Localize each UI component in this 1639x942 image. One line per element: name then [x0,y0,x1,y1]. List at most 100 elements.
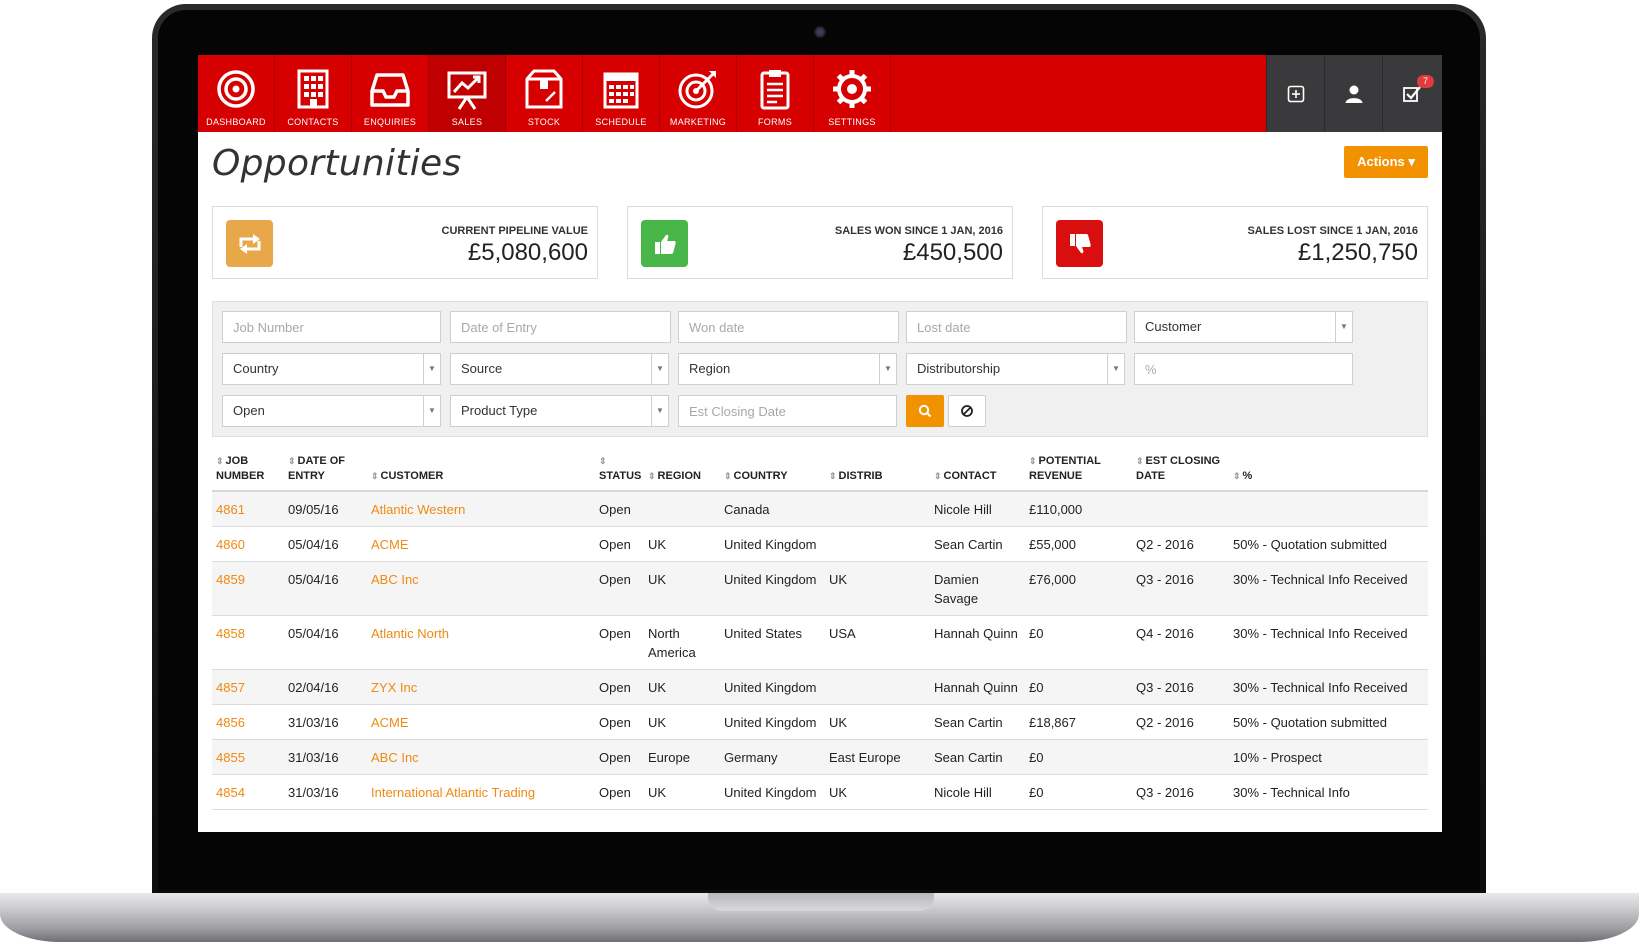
job-number-link[interactable]: 4855 [216,750,245,765]
job-number-link[interactable]: 4860 [216,537,245,552]
distrib-cell: UK [825,774,930,810]
customer-link[interactable]: Atlantic Western [371,502,465,517]
job-number-link[interactable]: 4861 [216,502,245,517]
tasks-button[interactable]: 7 [1382,55,1440,132]
distributorship-select[interactable]: Distributorship ▼ [906,353,1125,385]
region-cell: North America [644,615,720,670]
closing-date-cell: Q2 - 2016 [1132,704,1229,740]
customer-link[interactable]: ZYX Inc [371,680,417,695]
customer-link[interactable]: Atlantic North [371,626,449,641]
search-button[interactable] [906,395,944,427]
table-row[interactable]: 4857 02/04/16 ZYX Inc Open UK United Kin… [212,669,1428,705]
customer-link[interactable]: International Atlantic Trading [371,785,535,800]
col-header-label: DATE OF ENTRY [288,455,346,482]
table-row[interactable]: 4860 05/04/16 ACME Open UK United Kingdo… [212,526,1428,562]
won-date-input[interactable] [678,311,899,343]
lost-date-input[interactable] [906,311,1127,343]
distributorship-select-value: Distributorship [917,361,1001,376]
nav-settings[interactable]: SETTINGS [814,55,891,132]
product-type-select[interactable]: Product Type ▼ [450,395,669,427]
customer-cell: Atlantic North [367,615,595,670]
status-cell: Open [595,704,644,740]
nav-dashboard[interactable]: DASHBOARD [198,55,275,132]
distrib-cell: USA [825,615,930,670]
col-header-potential-revenue[interactable]: ⇕ POTENTIAL REVENUE [1025,454,1132,492]
col-header-region[interactable]: ⇕ REGION [644,454,720,492]
nav-enquiries[interactable]: ENQUIRIES [352,55,429,132]
col-header-contact[interactable]: ⇕ CONTACT [930,454,1025,492]
table-row[interactable]: 4854 31/03/16 International Atlantic Tra… [212,774,1428,810]
percent-cell: 30% - Technical Info Received [1229,561,1428,616]
thumbs-up-icon [641,220,688,267]
table-row[interactable]: 4856 31/03/16 ACME Open UK United Kingdo… [212,704,1428,740]
chevron-down-icon: ▼ [651,396,668,426]
closing-date-cell: Q4 - 2016 [1132,615,1229,670]
nav-schedule[interactable]: SCHEDULE [583,55,660,132]
table-row[interactable]: 4859 05/04/16 ABC Inc Open UK United Kin… [212,561,1428,616]
nav-forms[interactable]: FORMS [737,55,814,132]
table-row[interactable]: 4858 05/04/16 Atlantic North Open North … [212,615,1428,670]
col-header-label: CUSTOMER [380,470,444,482]
laptop-notch [708,893,934,911]
job-number-link[interactable]: 4858 [216,626,245,641]
closing-date-cell: Q2 - 2016 [1132,526,1229,562]
customer-select[interactable]: Customer ▼ [1134,311,1353,343]
nav-stock[interactable]: STOCK [506,55,583,132]
job-number-link[interactable]: 4859 [216,572,245,587]
source-select[interactable]: Source ▼ [450,353,669,385]
nav-label: STOCK [527,117,561,127]
actions-dropdown-button[interactable]: Actions ▾ [1344,146,1428,178]
customer-link[interactable]: ACME [371,537,409,552]
nav-contacts[interactable]: CONTACTS [275,55,352,132]
percent-input[interactable] [1134,353,1353,385]
table-row[interactable]: 4861 09/05/16 Atlantic Western Open Cana… [212,491,1428,527]
col-header-est-closing-date[interactable]: ⇕ EST CLOSING DATE [1132,454,1229,492]
sort-icon: ⇕ [724,471,732,481]
col-header-job-number[interactable]: ⇕ JOB NUMBER [212,454,284,492]
clear-filters-button[interactable] [948,395,986,427]
country-cell: United Kingdom [720,704,825,740]
date-of-entry-input[interactable] [450,311,671,343]
col-header-percent[interactable]: ⇕% [1229,454,1428,492]
col-header-date-of-entry[interactable]: ⇕ DATE OF ENTRY [284,454,367,492]
customer-cell: Atlantic Western [367,491,595,527]
est-closing-date-input[interactable] [678,395,897,427]
customer-link[interactable]: ABC Inc [371,572,419,587]
percent-cell: 30% - Technical Info [1229,774,1428,810]
country-select[interactable]: Country ▼ [222,353,441,385]
status-cell: Open [595,669,644,705]
toolbar-right: 7 [1266,55,1442,132]
col-header-label: DISTRIB [838,470,883,482]
col-header-status[interactable]: ⇕ STATUS [595,454,644,492]
revenue-cell: £110,000 [1025,491,1132,527]
job-number-link[interactable]: 4857 [216,680,245,695]
col-header-label: CONTACT [943,470,997,482]
job-number-input[interactable] [222,311,441,343]
customer-link[interactable]: ACME [371,715,409,730]
user-profile-button[interactable] [1324,55,1382,132]
stat-value: £1,250,750 [1297,239,1418,266]
region-select[interactable]: Region ▼ [678,353,897,385]
percent-cell: 30% - Technical Info Received [1229,669,1428,705]
customer-link[interactable]: ABC Inc [371,750,419,765]
col-header-country[interactable]: ⇕ COUNTRY [720,454,825,492]
add-button[interactable] [1266,55,1324,132]
sort-icon: ⇕ [934,471,942,481]
status-select[interactable]: Open ▼ [222,395,441,427]
ban-icon [961,405,973,417]
table-row[interactable]: 4855 31/03/16 ABC Inc Open Europe German… [212,739,1428,775]
nav-label: FORMS [758,117,792,127]
col-header-customer[interactable]: ⇕ CUSTOMER [367,454,595,492]
col-header-distrib[interactable]: ⇕ DISTRIB [825,454,930,492]
nav-sales[interactable]: SALES [429,55,506,132]
job-number-link[interactable]: 4854 [216,785,245,800]
customer-cell: ZYX Inc [367,669,595,705]
contact-cell: Nicole Hill [930,491,1025,527]
col-header-label: EST CLOSING DATE [1136,455,1221,482]
job-number-link[interactable]: 4856 [216,715,245,730]
plus-square-icon [1287,85,1304,102]
stat-card-pipeline: CURRENT PIPELINE VALUE £5,080,600 [212,206,598,279]
nav-marketing[interactable]: MARKETING [660,55,737,132]
col-header-label: STATUS [599,470,642,482]
table-header-row: ⇕ JOB NUMBER ⇕ DATE OF ENTRY ⇕ CUSTOMER ⇕ ST… [212,454,1428,492]
